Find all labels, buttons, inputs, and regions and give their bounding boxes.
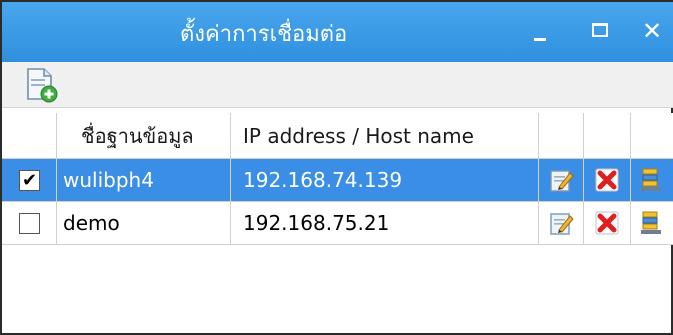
close-icon: ✕	[641, 17, 663, 45]
title-bar[interactable]: ตั้งค่าการเชื่อมต่อ ✕	[2, 0, 673, 62]
maximize-button[interactable]	[580, 14, 620, 48]
edit-cell	[539, 202, 584, 244]
ip-address-cell: 192.168.74.139	[231, 159, 539, 201]
minimize-button[interactable]	[520, 14, 560, 48]
header-delete-column	[584, 113, 631, 158]
window-title: ตั้งค่าการเชื่อมต่อ	[180, 22, 348, 47]
edit-cell	[539, 159, 584, 201]
header-edit-column	[539, 113, 584, 158]
minimize-icon	[534, 38, 546, 41]
edit-icon[interactable]	[549, 167, 575, 193]
connection-settings-window: ตั้งค่าการเชื่อมต่อ ✕ ชื่อฐานข้อมูล IP a…	[0, 0, 673, 335]
ip-address-cell: 192.168.75.21	[231, 202, 539, 244]
header-check-column	[2, 113, 57, 158]
database-cell	[631, 159, 673, 201]
row-check-cell: ✔	[2, 159, 57, 201]
row-checkbox[interactable]	[19, 213, 40, 234]
header-database-name[interactable]: ชื่อฐานข้อมูล	[57, 113, 231, 158]
edit-icon[interactable]	[549, 210, 575, 236]
table-row[interactable]: demo 192.168.75.21	[2, 202, 673, 245]
header-action-column	[631, 113, 673, 158]
database-cell	[631, 202, 673, 244]
database-name-cell: demo	[57, 202, 231, 244]
header-ip-host[interactable]: IP address / Host name	[231, 113, 539, 158]
new-document-icon	[27, 68, 58, 103]
delete-icon[interactable]	[594, 210, 620, 236]
row-checkbox[interactable]: ✔	[19, 170, 40, 191]
table-header: ชื่อฐานข้อมูล IP address / Host name	[2, 113, 673, 159]
toolbar	[2, 62, 673, 108]
row-check-cell	[2, 202, 57, 244]
database-icon[interactable]	[639, 210, 665, 236]
database-icon[interactable]	[639, 167, 665, 193]
database-name-cell: wulibph4	[57, 159, 231, 201]
new-connection-button[interactable]	[22, 66, 60, 104]
delete-cell	[584, 202, 631, 244]
delete-icon[interactable]	[594, 167, 620, 193]
table-row[interactable]: ✔ wulibph4 192.168.74.139	[2, 159, 673, 202]
close-button[interactable]: ✕	[634, 14, 670, 48]
delete-cell	[584, 159, 631, 201]
maximize-icon	[592, 23, 608, 37]
